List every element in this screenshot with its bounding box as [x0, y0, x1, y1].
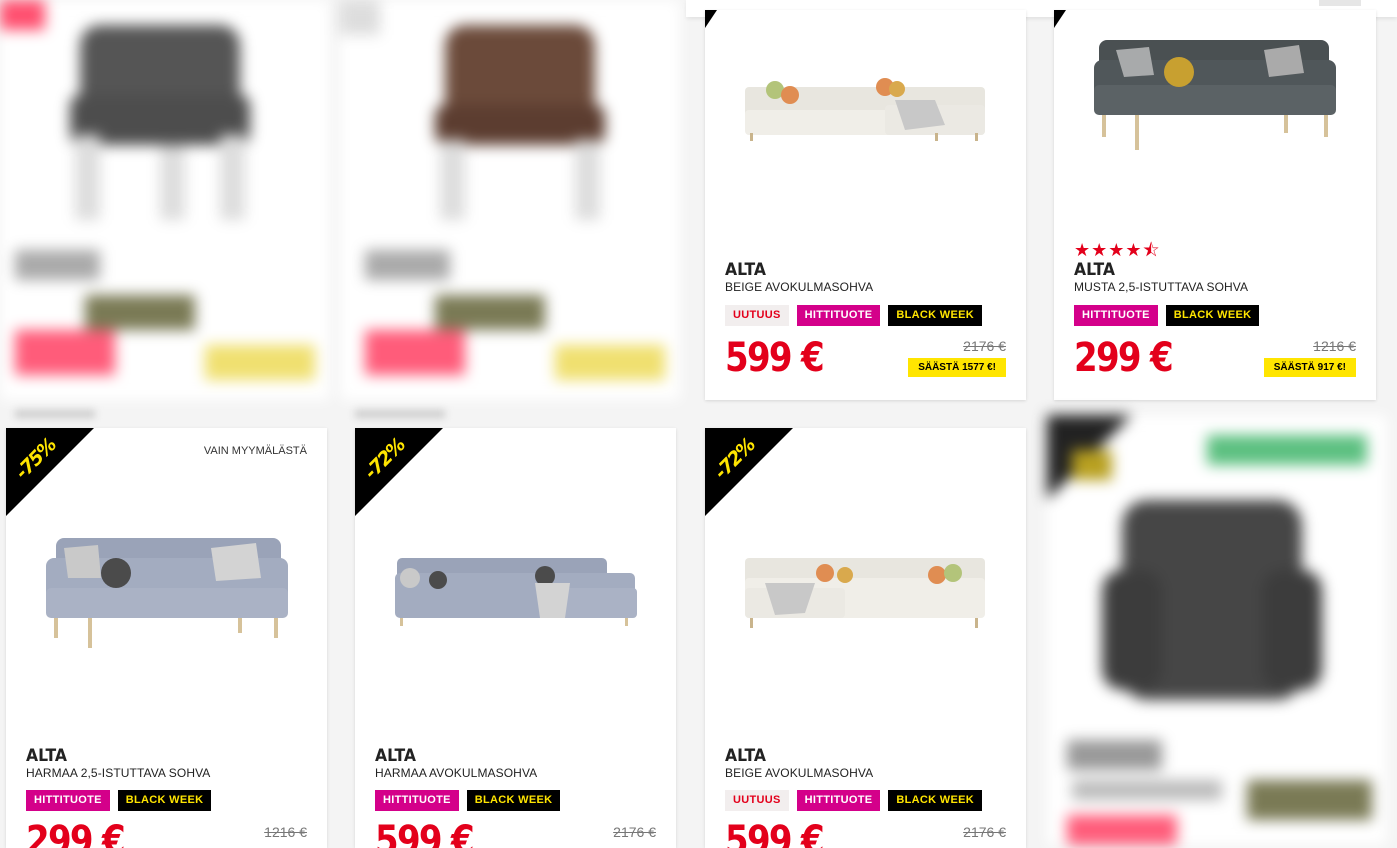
product-description: MUSTA 2,5-ISTUTTAVA SOHVA — [1074, 280, 1249, 294]
product-image — [435, 25, 605, 220]
discount-label: -75% — [11, 434, 61, 484]
tag-new: UUTUUS — [725, 305, 789, 326]
discount-label: -72% — [360, 434, 410, 484]
product-price: 299 € — [26, 818, 126, 848]
save-placeholder — [555, 345, 665, 380]
old-price: 1216 € — [264, 824, 307, 840]
tag-list: HITTITUOTE BLACK WEEK — [375, 790, 561, 811]
tag-hit-product: HITTITUOTE — [796, 305, 881, 326]
tag-hit-product: HITTITUOTE — [796, 790, 881, 811]
product-card-blurred[interactable] — [340, 0, 680, 400]
tag-black-week: BLACK WEEK — [117, 790, 212, 811]
tag-black-week: BLACK WEEK — [1165, 305, 1260, 326]
tag-black-week: BLACK WEEK — [888, 305, 982, 326]
product-price: 599 € — [725, 335, 825, 381]
product-brand: ALTA — [375, 746, 417, 766]
discount-ribbon — [705, 10, 717, 28]
brand-placeholder — [1067, 740, 1162, 770]
savings-badge: SÄÄSTÄ 917 €! — [1263, 358, 1356, 377]
tag-black-week: BLACK WEEK — [888, 790, 982, 811]
tag-hit-product: HITTITUOTE — [1074, 305, 1158, 326]
product-price: 599 € — [375, 818, 475, 848]
product-card-blurred[interactable] — [0, 0, 330, 400]
tag-new: UUTUUS — [725, 790, 789, 811]
tag-hit-product: HITTITUOTE — [26, 790, 110, 811]
product-image — [1102, 500, 1322, 700]
product-card[interactable]: ALTA BEIGE AVOKULMASOHVA UUTUUS HITTITUO… — [705, 10, 1026, 400]
product-price: 599 € — [725, 818, 825, 848]
discount-label-placeholder — [1072, 450, 1112, 480]
product-card[interactable]: -75% VAIN MYYMÄLÄSTÄ ALTA HARMAA 2,5-IST… — [6, 428, 327, 848]
tag-list: HITTITUOTE BLACK WEEK — [1074, 305, 1260, 326]
product-card[interactable]: ★★★★⯪ ALTA MUSTA 2,5-ISTUTTAVA SOHVA HIT… — [1054, 10, 1376, 400]
product-price: 299 € — [1074, 335, 1174, 381]
tag-placeholder — [85, 295, 195, 330]
discount-ribbon: -72% — [355, 428, 443, 516]
product-card[interactable]: -72% ALTA BEIGE AVOKULMASOHVA UUTUUS HIT… — [705, 428, 1026, 848]
discount-ribbon — [1054, 10, 1066, 28]
savings-badge: SÄÄSTÄ 1577 €! — [908, 358, 1006, 377]
tag-hit-product: HITTITUOTE — [375, 790, 459, 811]
divider — [15, 410, 95, 418]
brand-placeholder — [15, 250, 100, 280]
old-price: 2176 € — [613, 824, 656, 840]
price-placeholder — [15, 330, 115, 375]
product-description: BEIGE AVOKULMASOHVA — [725, 280, 874, 294]
product-brand: ALTA — [725, 260, 767, 280]
tag-black-week: BLACK WEEK — [466, 790, 561, 811]
old-price: 2176 € — [963, 824, 1006, 840]
product-image — [46, 538, 288, 648]
tag-placeholder — [1247, 780, 1372, 820]
discount-ribbon — [0, 0, 45, 30]
tag-list: UUTUUS HITTITUOTE BLACK WEEK — [725, 790, 982, 811]
product-brand: ALTA — [26, 746, 68, 766]
old-price: 2176 € — [963, 338, 1006, 354]
discount-ribbon: -72% — [705, 428, 793, 516]
product-card-blurred[interactable] — [1047, 415, 1387, 845]
price-placeholder — [365, 330, 465, 375]
product-card[interactable]: -72% ALTA HARMAA AVOKULMASOHVA HITTITUOT… — [355, 428, 676, 848]
product-description: HARMAA AVOKULMASOHVA — [375, 766, 538, 780]
product-description: HARMAA 2,5-ISTUTTAVA SOHVA — [26, 766, 211, 780]
divider — [355, 410, 445, 418]
discount-label: -72% — [710, 434, 760, 484]
product-description: BEIGE AVOKULMASOHVA — [725, 766, 874, 780]
product-brand: ALTA — [1074, 260, 1116, 280]
tag-placeholder — [435, 295, 545, 330]
old-price: 1216 € — [1313, 338, 1356, 354]
product-image — [1094, 40, 1336, 150]
desc-placeholder — [1072, 780, 1222, 800]
filter-button[interactable] — [1319, 0, 1361, 6]
tag-list: UUTUUS HITTITUOTE BLACK WEEK — [725, 305, 982, 326]
discount-ribbon: -75% — [6, 428, 94, 516]
discount-ribbon — [340, 0, 380, 35]
product-image — [745, 78, 985, 141]
product-image — [395, 558, 637, 626]
save-placeholder — [205, 345, 315, 380]
product-image — [70, 25, 250, 220]
availability-label: VAIN MYYMÄLÄSTÄ — [203, 445, 307, 457]
brand-placeholder — [365, 250, 450, 280]
product-image — [745, 558, 985, 628]
product-brand: ALTA — [725, 746, 767, 766]
tag-list: HITTITUOTE BLACK WEEK — [26, 790, 212, 811]
badge-placeholder — [1207, 435, 1367, 465]
